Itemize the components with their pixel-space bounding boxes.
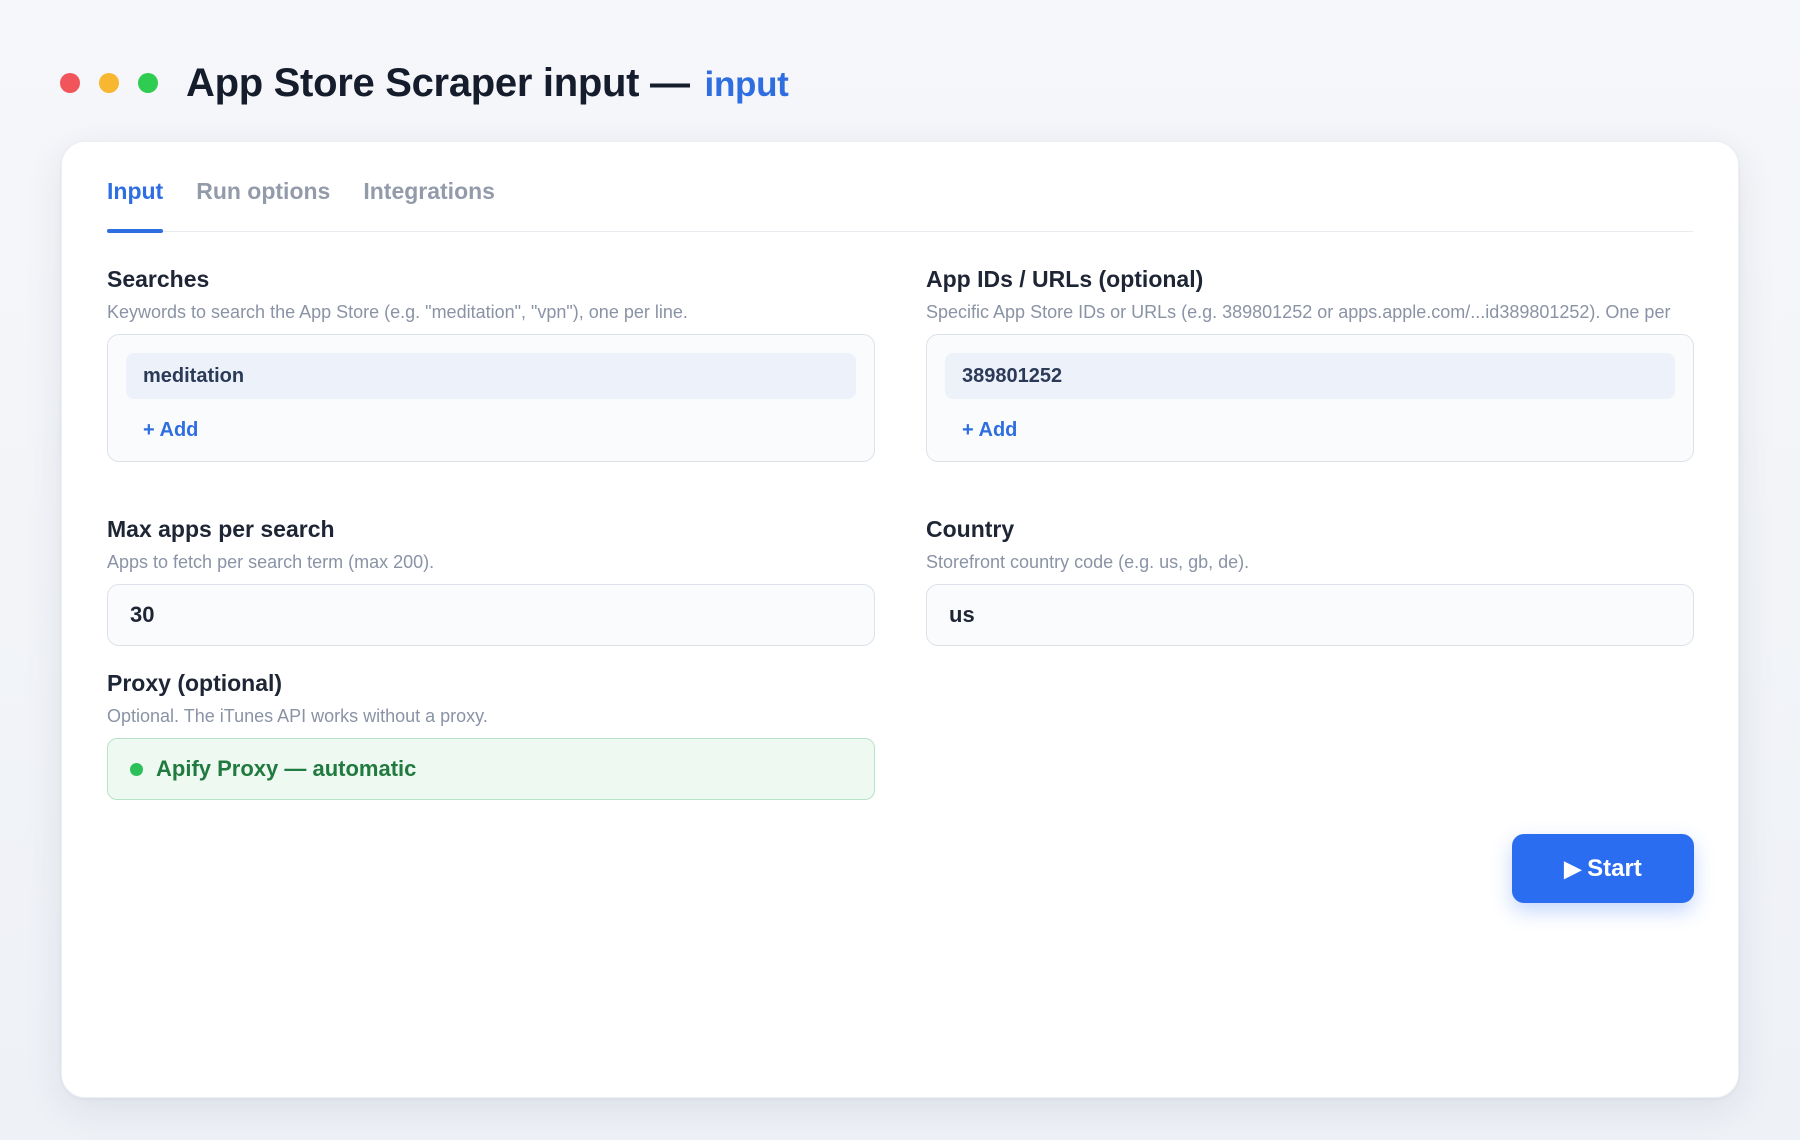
window-header: App Store Scraper input — input <box>60 58 789 108</box>
searches-help: Keywords to search the App Store (e.g. "… <box>107 302 688 322</box>
proxy-help: Optional. The iTunes API works without a… <box>107 706 488 726</box>
tab-bar: Input Run options Integrations <box>107 178 1693 233</box>
app-ids-help: Specific App Store IDs or URLs (e.g. 389… <box>926 302 1671 322</box>
tab-input[interactable]: Input <box>107 178 164 233</box>
proxy-selector[interactable]: Apify Proxy — automatic <box>107 738 875 800</box>
maximize-window-dot[interactable] <box>138 73 158 93</box>
country-input[interactable]: us <box>926 584 1694 646</box>
proxy-field: Proxy (optional) Optional. The iTunes AP… <box>107 670 875 800</box>
proxy-label: Proxy (optional) <box>107 670 283 696</box>
app-ids-add-button[interactable]: + Add <box>962 415 1017 445</box>
app-ids-field: App IDs / URLs (optional) Specific App S… <box>926 266 1694 462</box>
max-apps-help: Apps to fetch per search term (max 200). <box>107 552 435 572</box>
searches-label: Searches <box>107 266 210 292</box>
app-ids-list: 389801252 + Add <box>926 334 1694 462</box>
app-ids-item[interactable]: 389801252 <box>945 353 1675 399</box>
searches-list: meditation + Add <box>107 334 875 462</box>
proxy-status-dot <box>130 762 143 776</box>
tab-integrations[interactable]: Integrations <box>363 178 495 232</box>
tab-run-options[interactable]: Run options <box>196 178 330 232</box>
app-ids-label: App IDs / URLs (optional) <box>926 266 1204 292</box>
input-form-card: Input Run options Integrations Searches … <box>61 141 1739 1098</box>
start-button[interactable]: ▶ Start <box>1512 834 1694 903</box>
country-field: Country Storefront country code (e.g. us… <box>926 516 1694 646</box>
page-title-mode: input <box>704 64 789 104</box>
page-title: App Store Scraper input — input <box>186 61 789 106</box>
country-help: Storefront country code (e.g. us, gb, de… <box>926 552 1250 572</box>
max-apps-label: Max apps per search <box>107 516 335 542</box>
proxy-value: Apify Proxy — automatic <box>156 756 417 781</box>
start-button-label: Start <box>1587 854 1642 882</box>
searches-add-button[interactable]: + Add <box>143 415 198 445</box>
page-title-text: App Store Scraper input — <box>186 60 690 105</box>
max-apps-input[interactable]: 30 <box>107 584 875 646</box>
minimize-window-dot[interactable] <box>99 73 119 93</box>
country-label: Country <box>926 516 1015 542</box>
max-apps-field: Max apps per search Apps to fetch per se… <box>107 516 875 646</box>
close-window-dot[interactable] <box>60 73 80 93</box>
searches-field: Searches Keywords to search the App Stor… <box>107 266 875 462</box>
searches-item[interactable]: meditation <box>126 353 856 399</box>
play-icon: ▶ <box>1564 855 1582 881</box>
